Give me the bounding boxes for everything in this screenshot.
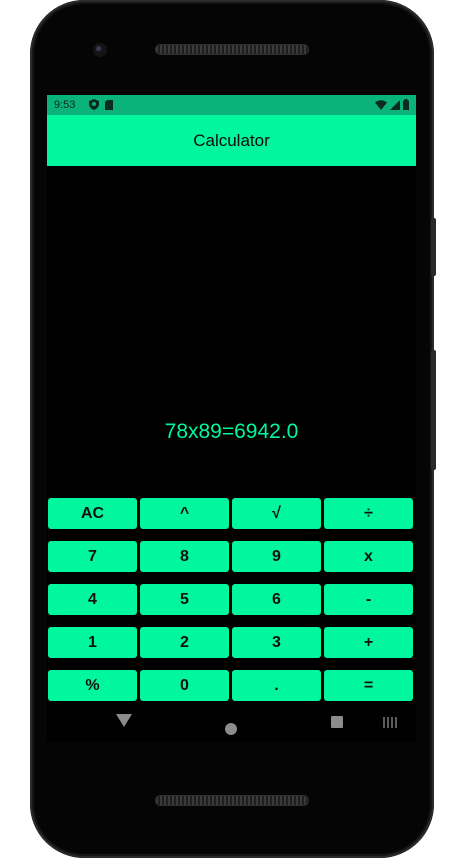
square-root-key[interactable]: √ [232,498,321,529]
home-icon[interactable] [225,723,237,735]
key-row: AC ^ √ ÷ [47,498,416,529]
top-speaker [156,45,308,54]
digit-8-key[interactable]: 8 [140,541,229,572]
digit-6-key[interactable]: 6 [232,584,321,615]
divide-key[interactable]: ÷ [324,498,413,529]
digit-5-key[interactable]: 5 [140,584,229,615]
key-row: 7 8 9 x [47,541,416,572]
digit-7-key[interactable]: 7 [48,541,137,572]
battery-icon [403,99,409,110]
key-row: 4 5 6 - [47,584,416,615]
decimal-point-key[interactable]: . [232,670,321,701]
volume-button [431,350,436,470]
screen: 9:53 Calculator 78x89=6942.0 AC ^ √ ÷ 7 … [47,95,416,742]
result-display: 78x89=6942.0 [164,420,299,443]
keyboard-icon[interactable] [383,717,399,728]
shield-icon [89,99,99,110]
power-button [431,218,436,276]
front-camera [93,43,107,57]
power-key[interactable]: ^ [140,498,229,529]
digit-9-key[interactable]: 9 [232,541,321,572]
app-bar: Calculator [47,115,416,166]
digit-0-key[interactable]: 0 [140,670,229,701]
add-key[interactable]: + [324,627,413,658]
equals-key[interactable]: = [324,670,413,701]
digit-2-key[interactable]: 2 [140,627,229,658]
digit-4-key[interactable]: 4 [48,584,137,615]
back-icon[interactable] [116,714,132,727]
sd-card-icon [105,99,113,110]
multiply-key[interactable]: x [324,541,413,572]
digit-1-key[interactable]: 1 [48,627,137,658]
navigation-bar [47,702,416,742]
digit-3-key[interactable]: 3 [232,627,321,658]
key-row: 1 2 3 + [47,627,416,658]
status-icons-left [89,99,113,110]
status-icons-right [375,99,409,110]
status-bar: 9:53 [47,95,416,115]
recents-icon[interactable] [331,716,343,728]
percent-key[interactable]: % [48,670,137,701]
wifi-icon [375,99,387,110]
clear-button[interactable]: AC [48,498,137,529]
signal-icon [390,99,400,110]
app-title: Calculator [193,131,270,150]
key-row: % 0 . = [47,670,416,701]
status-time: 9:53 [54,99,76,111]
subtract-key[interactable]: - [324,584,413,615]
bottom-speaker [156,796,308,805]
